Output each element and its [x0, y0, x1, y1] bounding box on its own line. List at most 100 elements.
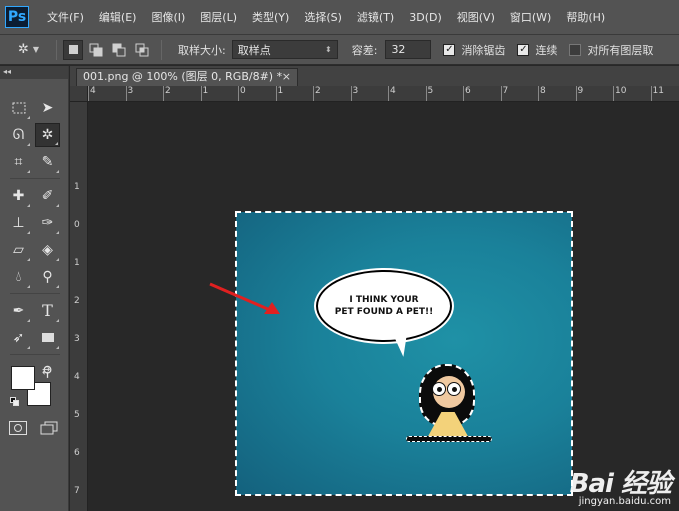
ruler-tick	[163, 86, 164, 101]
ruler-tick	[88, 86, 89, 101]
crop-tool[interactable]: ⌗	[6, 150, 31, 174]
ruler-tick-label: 3	[127, 86, 134, 96]
menu-view[interactable]: 视图(V)	[457, 9, 495, 25]
updown-arrow-icon: ⬍	[325, 45, 332, 54]
sample-size-label: 取样大小:	[178, 43, 226, 57]
ruler-origin[interactable]	[70, 86, 88, 102]
menu-file[interactable]: 文件(F)	[47, 9, 84, 25]
ruler-tick	[313, 86, 314, 101]
ruler-tick-label: 1	[74, 258, 80, 268]
rectangle-tool[interactable]	[35, 326, 60, 350]
chevron-down-icon: ▼	[32, 45, 40, 54]
sample-all-layers-checkbox[interactable]: 对所有图层取	[569, 42, 653, 58]
ruler-tick	[575, 86, 577, 101]
menu-help[interactable]: 帮助(H)	[566, 9, 605, 25]
path-selection-tool[interactable]: ➶	[6, 326, 31, 350]
bubble-text-line-2: PET FOUND A PET!!	[334, 307, 434, 317]
ruler-tick-label: 4	[390, 86, 396, 96]
options-bar: ✲ ▼ 取样大小: 取样点 ⬍ 容差: 32 ✓ 消除锯齿 ✓ 连续 对所有图层取	[0, 34, 679, 65]
ruler-tick	[238, 86, 239, 101]
character-eye-right	[447, 382, 461, 396]
screen-mode-icon	[40, 421, 58, 435]
add-to-selection-button[interactable]	[86, 40, 106, 60]
menu-select[interactable]: 选择(S)	[304, 9, 342, 25]
foreground-color-swatch[interactable]	[11, 366, 35, 390]
document-tab-bar: 001.png @ 100% (图层 0, RGB/8#) * ×	[70, 66, 679, 86]
move-tool[interactable]: ➤	[35, 96, 60, 120]
clone-stamp-tool[interactable]: ⊥	[6, 211, 31, 235]
panel-collapse-handle[interactable]: ◂◂	[0, 66, 68, 79]
menu-window[interactable]: 窗口(W)	[510, 9, 551, 25]
magic-wand-icon: ✲	[41, 126, 54, 143]
type-icon: T	[42, 301, 53, 320]
ruler-tick-label: 8	[540, 86, 546, 96]
tool-grid: ➤ ᘏ ✲ ⌗ ✎ ✚ ✐ ⊥ ✑ ▱ ◈ 💧︎ ⚲ ✒ T ➶ ⚲	[6, 94, 64, 385]
eyedropper-tool[interactable]: ✎	[35, 150, 60, 174]
horizontal-ruler[interactable]: 4321012345678910111213	[88, 86, 679, 102]
menu-type[interactable]: 类型(Y)	[252, 9, 289, 25]
lasso-icon: ᘏ	[12, 126, 25, 143]
document-tab[interactable]: 001.png @ 100% (图层 0, RGB/8#) * ×	[76, 68, 298, 86]
healing-brush-tool[interactable]: ✚	[6, 184, 31, 208]
menu-image[interactable]: 图像(I)	[151, 9, 185, 25]
vertical-ruler[interactable]: 1 0 1 2 3 4 5 6 7	[70, 102, 88, 511]
close-icon[interactable]: ×	[282, 69, 291, 85]
ruler-tick-label: 0	[240, 86, 246, 96]
ruler-tick	[650, 86, 652, 101]
eraser-tool[interactable]: ▱	[6, 238, 31, 262]
menu-3d[interactable]: 3D(D)	[409, 11, 442, 24]
anti-alias-checkbox[interactable]: ✓ 消除锯齿	[443, 42, 505, 58]
character-eye-left	[432, 382, 446, 396]
ruler-tick-label: 5	[74, 410, 80, 420]
default-colors-icon[interactable]	[10, 397, 19, 406]
paint-bucket-icon: ◈	[42, 241, 53, 258]
paint-bucket-tool[interactable]: ◈	[35, 238, 60, 262]
subtract-selection-icon	[112, 43, 126, 56]
screen-mode-button[interactable]	[40, 421, 58, 435]
ruler-tick	[388, 86, 389, 101]
intersect-selection-button[interactable]	[132, 40, 152, 60]
add-selection-icon	[89, 43, 103, 56]
sample-size-select[interactable]: 取样点 ⬍	[231, 40, 338, 59]
lasso-tool[interactable]: ᘏ	[6, 123, 31, 147]
type-tool[interactable]: T	[35, 299, 60, 323]
ruler-tick-label: 1	[202, 86, 209, 96]
blur-tool[interactable]: 💧︎	[6, 265, 31, 289]
rectangular-marquee-tool[interactable]	[6, 96, 31, 120]
document-image[interactable]: I THINK YOUR PET FOUND A PET!!	[235, 211, 573, 496]
history-brush-icon: ✑	[41, 214, 54, 231]
crop-icon: ⌗	[14, 153, 23, 170]
watermark-url: jingyan.baidu.com	[578, 496, 671, 507]
tool-preset-picker[interactable]: ✲ ▼	[18, 39, 50, 61]
character-face	[432, 376, 465, 408]
ruler-tick-label: 11	[652, 86, 664, 96]
subtract-from-selection-button[interactable]	[109, 40, 129, 60]
ruler-tick	[350, 86, 352, 101]
ruler-tick-label: 2	[315, 86, 321, 96]
bubble-text-line-1: I THINK YOUR	[349, 295, 419, 305]
dodge-tool[interactable]: ⚲	[35, 265, 60, 289]
contiguous-checkbox[interactable]: ✓ 连续	[517, 42, 557, 58]
magic-wand-tool[interactable]: ✲	[34, 122, 60, 147]
checkbox-checked-icon: ✓	[443, 43, 456, 56]
quick-mask-button[interactable]	[9, 421, 27, 435]
menu-layer[interactable]: 图层(L)	[200, 9, 237, 25]
bandage-icon: ✚	[12, 187, 25, 204]
ruler-tick-label: 2	[74, 296, 80, 306]
ruler-tick-label: 9	[577, 86, 584, 96]
color-swatches: ⇄	[10, 366, 55, 410]
swap-colors-icon[interactable]: ⇄	[42, 366, 50, 377]
history-brush-tool[interactable]: ✑	[35, 211, 60, 235]
menu-filter[interactable]: 滤镜(T)	[357, 9, 394, 25]
ruler-tick-label: 6	[74, 448, 80, 458]
brush-tool[interactable]: ✐	[35, 184, 60, 208]
new-selection-button[interactable]	[63, 39, 83, 60]
ruler-tick-label: 4	[74, 372, 80, 382]
quick-mask-icon	[14, 424, 22, 432]
pen-tool[interactable]: ✒	[6, 299, 31, 323]
sample-size-value: 取样点	[237, 43, 271, 57]
menu-edit[interactable]: 编辑(E)	[99, 9, 137, 25]
pen-icon: ✒	[12, 302, 25, 319]
tolerance-input[interactable]: 32	[385, 40, 432, 59]
ruler-tick	[613, 86, 614, 101]
